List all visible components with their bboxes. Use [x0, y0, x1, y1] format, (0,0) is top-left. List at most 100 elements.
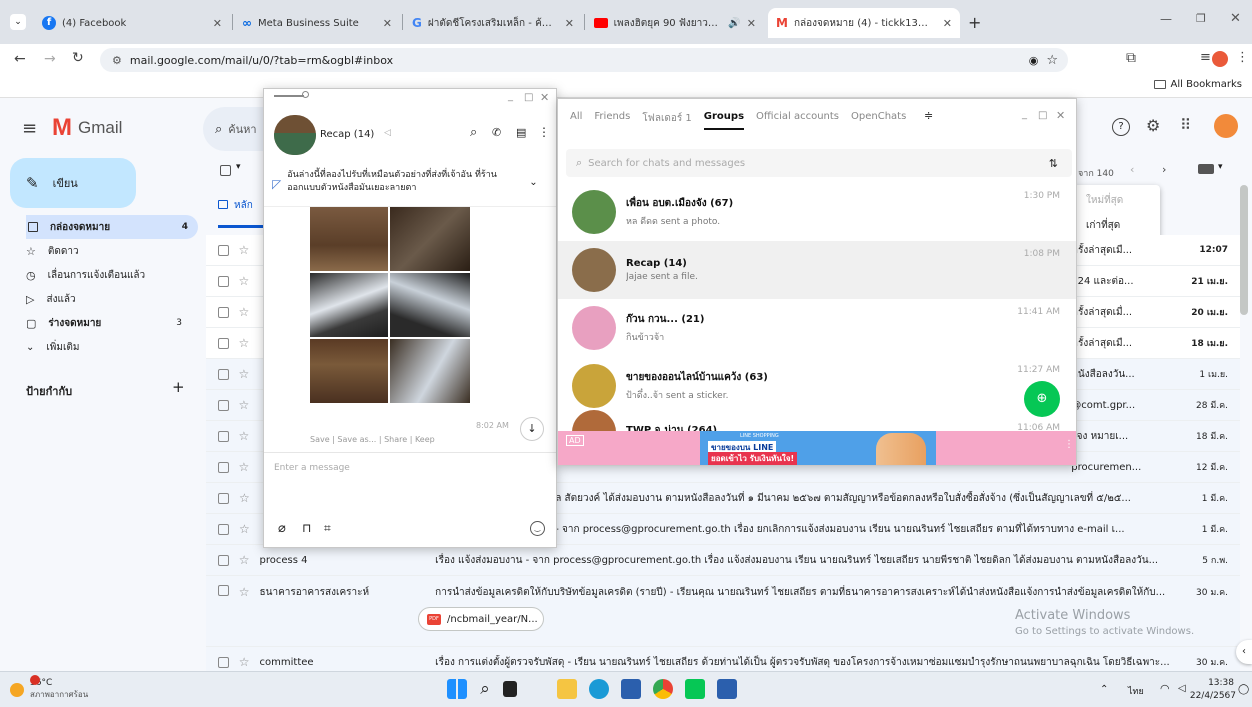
close-icon[interactable]: ✕ [943, 17, 952, 30]
attach-icon[interactable]: ⌀ [278, 521, 286, 536]
nav-snoozed[interactable]: ◷ เลื่อนการแจ้งเตือนแล้ว [16, 263, 196, 287]
row-checkbox[interactable] [218, 430, 229, 442]
compose-button[interactable]: ✎ เขียน [10, 158, 136, 208]
star-icon[interactable]: ☆ [239, 398, 250, 412]
close-icon[interactable]: ✕ [540, 91, 549, 104]
primary-tab[interactable]: หลัก [218, 196, 264, 228]
message-input[interactable]: Enter a message [274, 463, 350, 473]
sort-newest[interactable]: ใหม่ที่สุด [1072, 185, 1160, 208]
kebab-menu-icon[interactable]: ⋮ [538, 125, 550, 139]
store-icon[interactable] [621, 679, 641, 699]
tab-gmail[interactable]: M กล่องจดหมาย (4) - tickk1313@gm ✕ [768, 8, 960, 38]
line-tab[interactable]: OpenChats [851, 111, 906, 130]
nav-inbox[interactable]: กล่องจดหมาย 4 [26, 215, 198, 239]
photo-2[interactable] [390, 207, 470, 271]
gmail-main-menu-icon[interactable]: ≡ [22, 118, 37, 139]
line-tab[interactable]: Groups [703, 111, 745, 130]
tab-youtube[interactable]: เพลงฮิตยุค 90 ฟังยาวแบบต่อเนื่อ 🔊 ✕ [586, 8, 764, 38]
star-icon[interactable]: ☆ [239, 336, 250, 350]
nav-starred[interactable]: ☆ ติดดาว [16, 239, 196, 263]
next-page-icon[interactable]: › [1162, 163, 1166, 176]
taskbar-search-icon[interactable]: ⌕ [475, 679, 495, 699]
star-icon[interactable]: ☆ [239, 553, 250, 567]
pinned-announcement[interactable]: ◸ อันล่างนี้ที่ลองไปรับที่เหมือนตัวอย่าง… [264, 165, 556, 207]
apps-grid-icon[interactable]: ⠿ [1180, 116, 1191, 134]
wifi-icon[interactable]: ◠ [1160, 682, 1170, 695]
window-handle[interactable] [274, 95, 304, 97]
notes-icon[interactable]: ▤ [516, 126, 526, 139]
forward-arrow-icon[interactable]: → [44, 51, 56, 67]
emoji-icon[interactable]: ‿ [530, 521, 545, 536]
restore-window-button[interactable]: ❐ [1196, 12, 1206, 25]
row-checkbox[interactable] [218, 337, 229, 349]
star-icon[interactable]: ☆ [239, 491, 250, 505]
volume-icon[interactable]: ◁ [1178, 683, 1186, 694]
minimize-icon[interactable]: _ [1022, 109, 1027, 120]
gmail-search-bar[interactable]: ⌕ ค้นหา [203, 107, 263, 151]
edge-icon[interactable] [589, 679, 609, 699]
minimize-icon[interactable]: _ [508, 91, 513, 102]
site-info-icon[interactable]: ⚙ [112, 54, 122, 67]
close-icon[interactable]: ✕ [383, 17, 392, 30]
row-checkbox[interactable] [218, 399, 229, 411]
chat-search-input[interactable]: ⌕ Search for chats and messages ⇅ [566, 149, 1072, 177]
star-icon[interactable]: ☆ [239, 460, 250, 474]
row-checkbox[interactable] [218, 244, 229, 256]
notification-center-icon[interactable]: ◯ [1238, 684, 1249, 695]
show-hidden-icons[interactable]: ⌃ [1100, 684, 1108, 695]
minimize-window-button[interactable]: — [1160, 12, 1172, 26]
chrome-icon[interactable] [653, 679, 673, 699]
weather-widget[interactable]: 36°C สภาพอากาศร้อน [10, 678, 88, 701]
group-avatar[interactable] [274, 115, 316, 155]
star-icon[interactable]: ☆ [239, 274, 250, 288]
input-tools-icon[interactable] [1198, 164, 1214, 174]
close-icon[interactable]: ✕ [213, 17, 222, 30]
prev-page-icon[interactable]: ‹ [1130, 163, 1134, 176]
star-icon[interactable]: ☆ [239, 243, 250, 257]
scroll-to-bottom-button[interactable]: ↓ [520, 417, 544, 441]
task-view-icon[interactable] [503, 681, 517, 697]
maximize-icon[interactable]: □ [524, 92, 533, 103]
sort-icon[interactable]: ⇅ [1049, 157, 1058, 170]
line-tab[interactable]: All [570, 111, 582, 130]
photo-actions[interactable]: Save | Save as... | Share | Keep [310, 435, 435, 444]
photo-collage[interactable] [310, 207, 470, 403]
clock-date[interactable]: 22/4/2567 [1186, 691, 1236, 701]
all-bookmarks[interactable]: All Bookmarks [1153, 79, 1242, 90]
filter-icon[interactable]: ≑ [924, 109, 933, 122]
line-app-icon[interactable] [685, 679, 705, 699]
table-row[interactable]: ☆ process 4 เรื่อง แจ้งส่งมอบงาน - จาก pro… [206, 545, 1240, 576]
chat-list-item[interactable]: ขายของออนไลน์บ้านแคว้ง (63) ป้าดึ๋ง..จ้า … [558, 357, 1076, 415]
input-language[interactable]: ไทย [1128, 684, 1144, 698]
ad-banner[interactable]: AD LINE SHOPPING ขายของบน LINE ยอดเข้าไว… [558, 431, 1076, 465]
star-icon[interactable]: ☆ [239, 429, 250, 443]
ad-menu-icon[interactable]: ⋮ [1064, 439, 1074, 450]
clock-time[interactable]: 13:38 [1204, 678, 1234, 688]
maximize-icon[interactable]: □ [1038, 110, 1047, 121]
chevron-down-icon[interactable]: ⌄ [529, 177, 537, 202]
close-window-button[interactable]: ✕ [1230, 11, 1241, 26]
new-tab-button[interactable]: + [968, 13, 981, 32]
input-tools-dropdown-icon[interactable]: ▾ [1218, 162, 1223, 172]
row-checkbox[interactable] [218, 368, 229, 380]
line-tab[interactable]: Friends [594, 111, 630, 130]
close-icon[interactable]: ✕ [565, 17, 574, 30]
keep-icon[interactable]: ⊓ [302, 521, 311, 535]
reload-icon[interactable]: ↻ [72, 50, 84, 66]
close-icon[interactable]: ✕ [1056, 109, 1065, 122]
star-icon[interactable]: ☆ [239, 305, 250, 319]
kebab-menu-icon[interactable]: ⋮ [1236, 50, 1249, 65]
row-checkbox[interactable] [218, 275, 229, 287]
call-icon[interactable]: ✆ [492, 126, 501, 139]
row-checkbox[interactable] [218, 492, 229, 504]
menu-icon[interactable]: ≡ [1200, 50, 1211, 65]
profile-icon[interactable] [1212, 51, 1228, 67]
photo-3[interactable] [310, 273, 388, 337]
settings-gear-icon[interactable]: ⚙ [1146, 116, 1160, 135]
row-checkbox[interactable] [218, 656, 229, 668]
star-icon[interactable]: ☆ [239, 655, 250, 669]
tab-search-button[interactable]: ⌄ [10, 14, 26, 30]
extensions-icon[interactable]: ⧉ [1126, 50, 1136, 66]
photo-5[interactable] [310, 339, 388, 403]
nav-more[interactable]: ⌄ เพิ่มเติม [16, 335, 196, 359]
